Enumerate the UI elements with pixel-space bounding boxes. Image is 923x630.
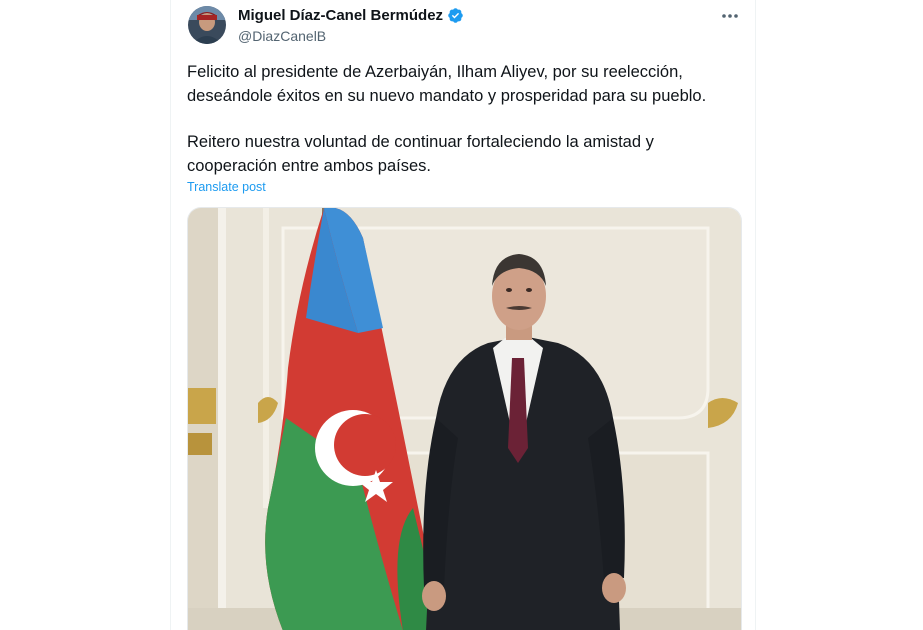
verified-badge-icon (447, 7, 464, 24)
tweet-paragraph: Reitero nuestra voluntad de continuar fo… (187, 133, 654, 175)
ellipsis-icon[interactable] (719, 8, 741, 24)
tweet-photo[interactable] (187, 207, 742, 630)
page: Miguel Díaz-Canel Bermúdez @DiazCanelB F… (0, 0, 923, 630)
author-name[interactable]: Miguel Díaz-Canel Bermúdez (238, 7, 443, 24)
author-name-row[interactable]: Miguel Díaz-Canel Bermúdez (238, 7, 464, 24)
tweet-card[interactable]: Miguel Díaz-Canel Bermúdez @DiazCanelB F… (170, 0, 756, 630)
author-avatar[interactable] (188, 6, 226, 44)
translate-post-link[interactable]: Translate post (187, 180, 266, 194)
photo-illustration (188, 208, 741, 630)
tweet-text: Felicito al presidente de Azerbaiyán, Il… (187, 60, 735, 200)
tweet-paragraph: Felicito al presidente de Azerbaiyán, Il… (187, 63, 707, 105)
author-handle[interactable]: @DiazCanelB (238, 28, 326, 44)
